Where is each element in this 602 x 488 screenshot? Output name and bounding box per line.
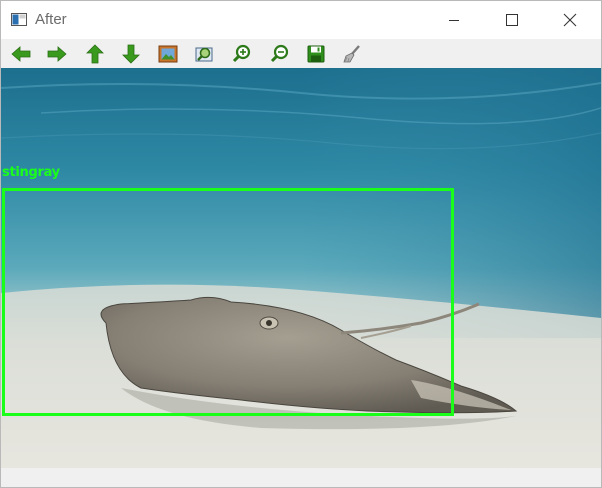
brush-icon [343, 45, 360, 63]
zoom-out-button[interactable] [269, 43, 291, 65]
pan-left-button[interactable] [10, 43, 32, 65]
detection-label: stingray [2, 165, 60, 180]
image-viewport[interactable]: stingray [1, 68, 601, 468]
zoom-region-icon [195, 47, 213, 62]
zoom-region-button[interactable] [194, 43, 216, 65]
minimize-button[interactable] [431, 1, 477, 39]
picture-icon [158, 45, 178, 63]
maximize-icon [506, 14, 518, 26]
floppy-disk-icon [307, 45, 325, 63]
arrow-right-icon [47, 46, 67, 62]
arrow-left-icon [11, 46, 31, 62]
pan-up-button[interactable] [84, 43, 106, 65]
minimize-icon [449, 20, 459, 21]
zoom-in-button[interactable] [231, 43, 253, 65]
maximize-button[interactable] [489, 1, 535, 39]
zoom-fit-button[interactable] [157, 43, 179, 65]
save-button[interactable] [305, 43, 327, 65]
zoom-in-icon [232, 44, 251, 63]
app-window: After stingray [0, 0, 602, 488]
close-button[interactable] [547, 1, 593, 39]
window-title: After [35, 11, 67, 28]
pan-right-button[interactable] [46, 43, 68, 65]
arrow-down-icon [122, 44, 140, 64]
pan-down-button[interactable] [120, 43, 142, 65]
status-bar [1, 468, 601, 487]
close-icon [563, 13, 577, 27]
properties-button[interactable] [341, 43, 363, 65]
toolbar [1, 39, 601, 68]
arrow-up-icon [86, 44, 104, 64]
detection-bounding-box [2, 188, 454, 416]
title-bar[interactable]: After [1, 1, 601, 39]
zoom-out-icon [270, 44, 289, 63]
app-window-icon [11, 13, 27, 26]
